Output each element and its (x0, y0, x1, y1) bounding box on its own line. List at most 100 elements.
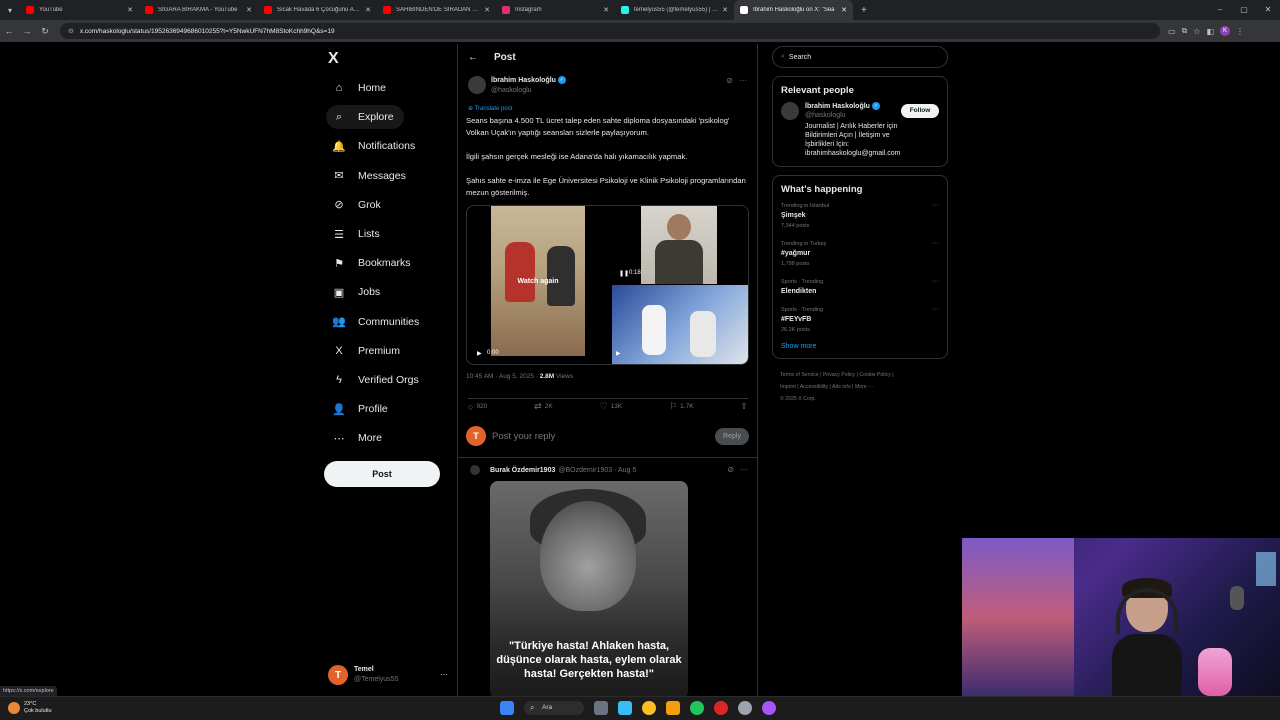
reply-author-name[interactable]: Burak Özdemir1903 (490, 467, 555, 474)
footer-line[interactable]: Imprint | Accessibility | Ads info | Mor… (780, 381, 948, 393)
taskbar-search[interactable]: Ara (524, 701, 584, 715)
reply-button[interactable]: Reply (715, 427, 749, 445)
tab-close-icon[interactable]: ✕ (841, 6, 847, 14)
reply-post[interactable]: Burak Özdemir1903 @BOzdemir1903 · Aug 5 … (470, 465, 750, 475)
footer-line[interactable]: Terms of Service | Privacy Policy | Cook… (780, 369, 948, 381)
account-switcher[interactable]: T Temel @Temelyus55 ··· (328, 660, 448, 690)
reply-image[interactable]: "Türkiye hasta! Ahlaken hasta, düşünce o… (490, 481, 688, 696)
cast-icon[interactable]: ▭ (1168, 27, 1176, 36)
weather-widget[interactable]: 23°C Çok bulutlu (8, 701, 52, 715)
reply-input[interactable]: Post your reply (492, 431, 715, 442)
x-logo-icon[interactable]: X (328, 50, 339, 68)
obs-icon[interactable] (738, 701, 752, 715)
trend-item[interactable]: Sports · Trending Elendikten ··· (781, 277, 939, 297)
translate-post-link[interactable]: ⊕ Translate post (468, 105, 512, 112)
grok-icon[interactable]: ⊘ (727, 465, 734, 474)
browser-tab[interactable]: YouTube ✕ (20, 0, 139, 20)
watch-again-button[interactable]: Watch again (491, 278, 585, 285)
translate-icon[interactable]: ⧉ (1182, 26, 1188, 36)
follow-button[interactable]: Follow (901, 104, 939, 118)
like-action[interactable]: ♡ 13K (600, 401, 623, 412)
show-more-link[interactable]: Show more (781, 343, 939, 350)
author-handle[interactable]: @haskologlu (491, 86, 566, 96)
author-name[interactable]: İbrahim Haskoloğlu (491, 77, 556, 84)
telegram-icon[interactable] (618, 701, 632, 715)
close-window-icon[interactable]: ✕ (1256, 0, 1280, 20)
extensions-icon[interactable]: ◧ (1206, 27, 1214, 36)
forward-icon[interactable]: → (18, 26, 36, 36)
spotify-icon[interactable] (690, 701, 704, 715)
back-arrow-icon[interactable]: ← (468, 52, 478, 63)
trend-more-icon[interactable]: ··· (932, 305, 939, 315)
tab-close-icon[interactable]: ✕ (127, 6, 133, 14)
profile-avatar[interactable]: K (1220, 26, 1231, 36)
minimize-icon[interactable]: – (1208, 0, 1232, 20)
reload-icon[interactable]: ↻ (36, 26, 54, 37)
file-explorer-icon[interactable] (666, 701, 680, 715)
task-view-icon[interactable] (594, 701, 608, 715)
tab-close-icon[interactable]: ✕ (722, 6, 728, 14)
browser-tab[interactable]: SİGARA BIRAKMA - YouTube ✕ (139, 0, 258, 20)
pause-icon[interactable]: ❚❚ (619, 270, 629, 277)
new-tab-button[interactable]: + (853, 5, 875, 16)
tab-close-icon[interactable]: ✕ (603, 6, 609, 14)
trend-more-icon[interactable]: ··· (932, 201, 939, 211)
share-action[interactable]: ⇪ (740, 401, 748, 412)
nav-item-grok[interactable]: ⊘ Grok (326, 193, 391, 217)
repost-action[interactable]: ⇄ 2K (534, 401, 553, 412)
trend-item[interactable]: Trending in Istanbul Şimşek 7,344 posts ··· (781, 201, 939, 231)
browser-tab[interactable]: SAHİBİNDEN'DE SIRADAN BİR ✕ (377, 0, 496, 20)
nav-item-premium[interactable]: X Premium (326, 339, 410, 363)
maximize-icon[interactable]: ▢ (1232, 0, 1256, 20)
site-info-icon[interactable]: ⚙ (68, 27, 74, 35)
reply-more-icon[interactable]: ··· (740, 465, 748, 474)
browser-tab[interactable]: Sıcak Havada 6 Çocuğunu Arab ✕ (258, 0, 377, 20)
nav-item-notifications[interactable]: 🔔 Notifications (326, 134, 425, 158)
account-more-icon[interactable]: ··· (440, 670, 448, 679)
chrome-canary-icon[interactable] (762, 701, 776, 715)
windows-start-icon[interactable] (500, 701, 514, 715)
grok-icon[interactable]: ⊘ (726, 76, 733, 85)
person-name[interactable]: İbrahim Haskoloğlu (805, 103, 870, 110)
post-timestamp[interactable]: 10:45 AM · Aug 5, 2025 · (466, 373, 538, 380)
browser-tab[interactable]: temelyus55 (@temelyus55) | Tik ✕ (615, 0, 734, 20)
browser-tab[interactable]: Instagram ✕ (496, 0, 615, 20)
tab-close-icon[interactable]: ✕ (484, 6, 490, 14)
play-icon[interactable]: ▶ (477, 350, 482, 357)
search-input[interactable]: ⌕ Search (772, 46, 948, 68)
tab-search-icon[interactable]: ▾ (0, 6, 20, 15)
nav-item-jobs[interactable]: ▣ Jobs (326, 280, 390, 304)
nav-item-communities[interactable]: 👥 Communities (326, 310, 429, 334)
nav-item-more[interactable]: ⋯ More (326, 426, 392, 450)
menu-icon[interactable]: ⋮ (1236, 27, 1244, 36)
star-icon[interactable]: ☆ (1193, 27, 1200, 36)
video-3[interactable] (612, 285, 748, 364)
nav-item-lists[interactable]: ☰ Lists (326, 222, 390, 246)
url-input[interactable]: ⚙ x.com/haskologlu/status/19526369496860… (60, 23, 1160, 39)
reply-action[interactable]: ○ 920 (468, 401, 487, 412)
trend-item[interactable]: Trending in Turkey #yağmur 1,798 posts ··· (781, 239, 939, 269)
video-2[interactable] (641, 206, 717, 284)
author-avatar[interactable] (468, 76, 486, 94)
play-icon[interactable]: ▶ (616, 350, 621, 357)
relevant-person[interactable]: İbrahim Haskoloğlu ✓ @haskologlu Journali… (781, 102, 939, 158)
nav-item-home[interactable]: ⌂ Home (326, 76, 396, 100)
nav-item-verified[interactable]: ϟ Verified Orgs (326, 368, 429, 392)
trend-more-icon[interactable]: ··· (932, 239, 939, 249)
post-author[interactable]: İbrahim Haskoloğlu ✓ @haskologlu (468, 76, 566, 96)
chrome-icon[interactable] (642, 701, 656, 715)
trend-item[interactable]: Sports · Trending #FEYvFB 26.2K posts ··· (781, 305, 939, 335)
tab-close-icon[interactable]: ✕ (246, 6, 252, 14)
nav-item-messages[interactable]: ✉ Messages (326, 164, 416, 188)
back-icon[interactable]: ← (0, 26, 18, 36)
trend-more-icon[interactable]: ··· (932, 277, 939, 287)
nav-item-profile[interactable]: 👤 Profile (326, 397, 398, 421)
post-button[interactable]: Post (324, 461, 440, 487)
person-avatar[interactable] (781, 102, 799, 120)
tab-close-icon[interactable]: ✕ (365, 6, 371, 14)
opera-icon[interactable] (714, 701, 728, 715)
nav-item-bookmarks[interactable]: ⚑ Bookmarks (326, 251, 421, 275)
reply-author-handle[interactable]: @BOzdemir1903 · Aug 5 (558, 467, 636, 474)
reply-avatar[interactable] (470, 465, 480, 475)
nav-item-explore[interactable]: ⌕ Explore (326, 105, 404, 130)
